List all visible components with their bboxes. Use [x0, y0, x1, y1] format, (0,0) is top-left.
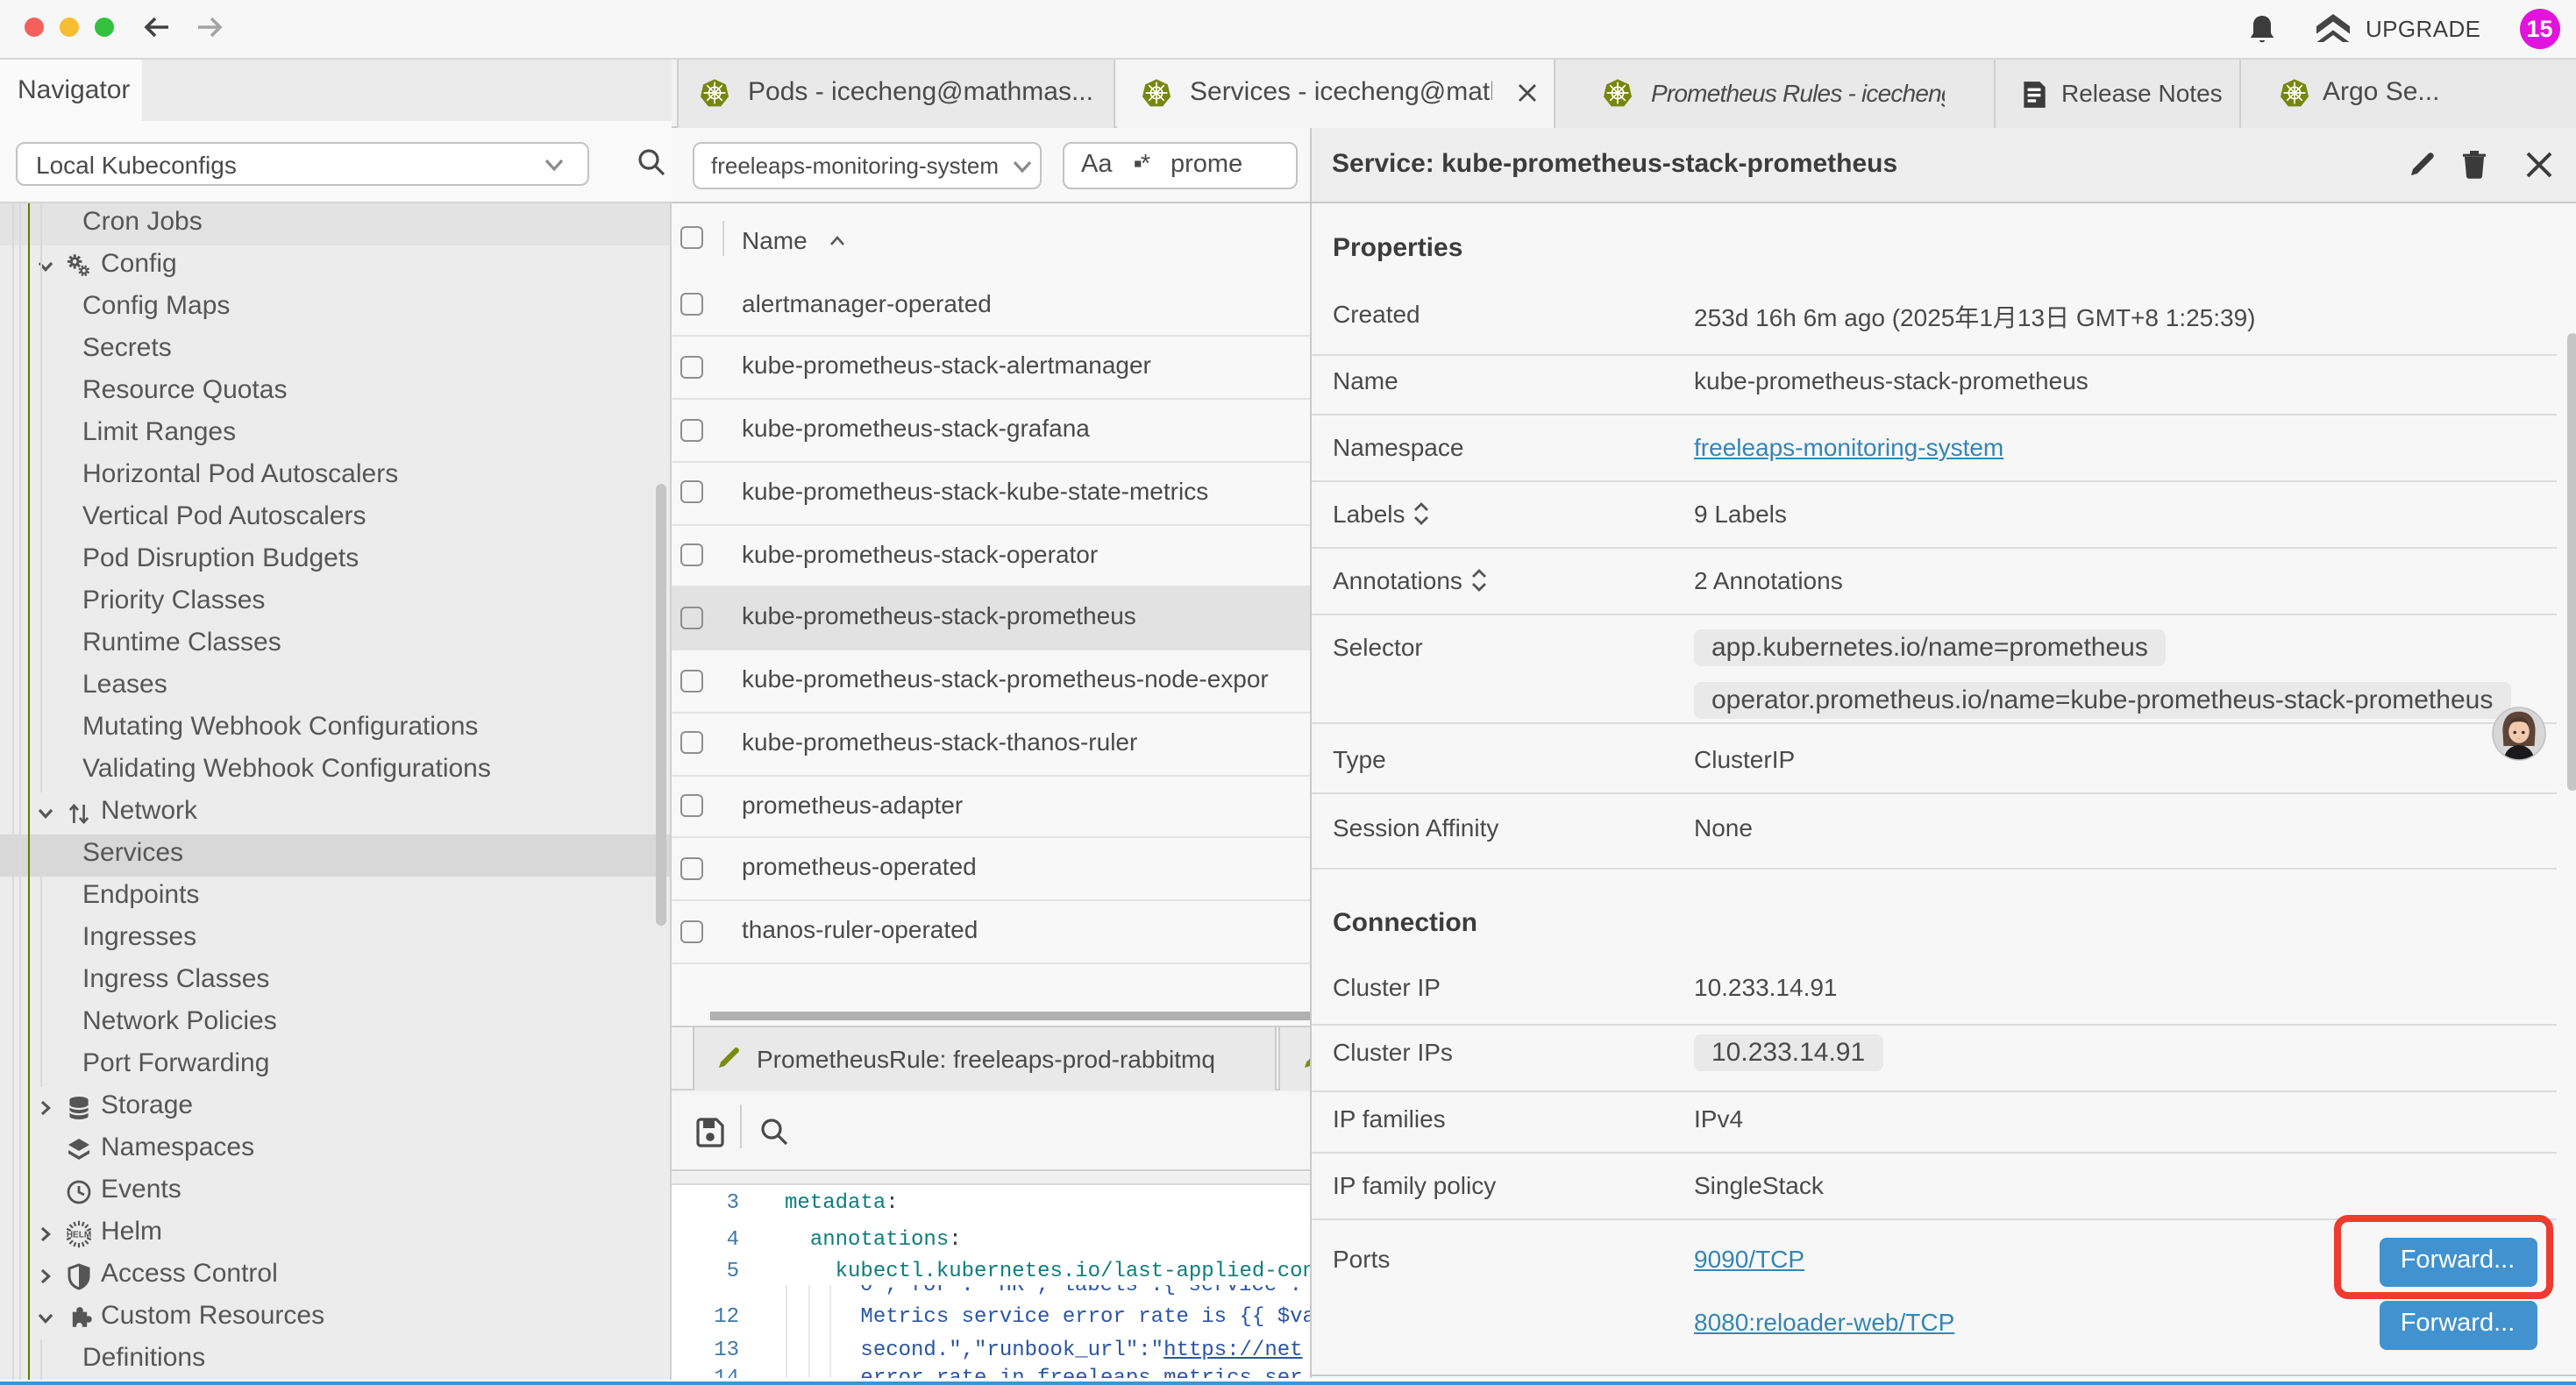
svg-text:HELM: HELM: [67, 1230, 91, 1239]
